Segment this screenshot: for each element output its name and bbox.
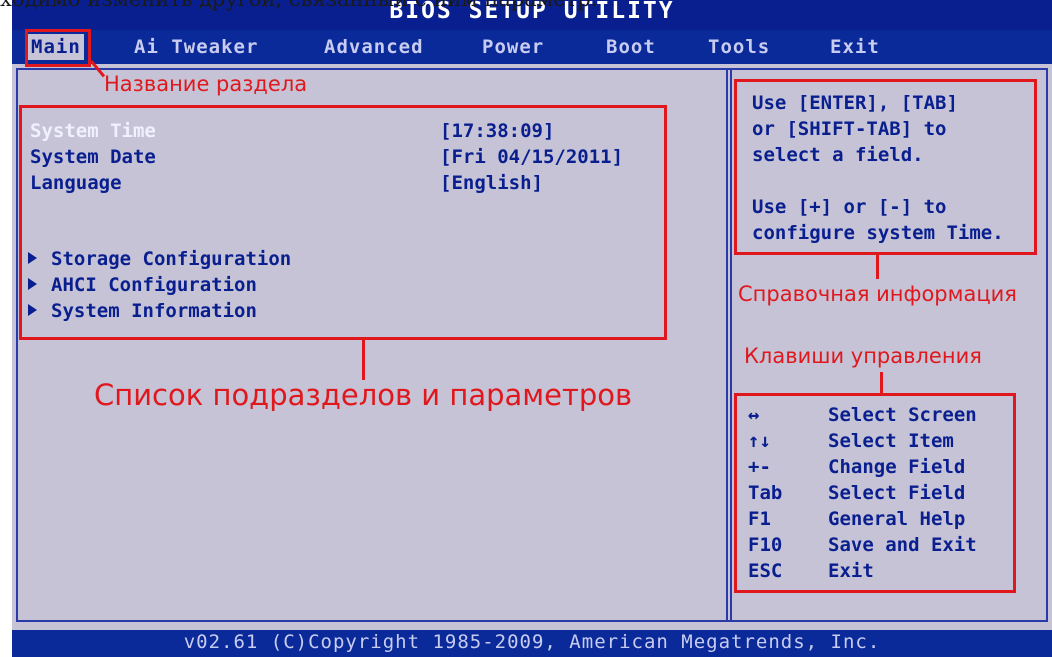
annotation-list: Список подразделов и параметров [94, 378, 633, 412]
menu-bar: Main Ai Tweaker Advanced Power Boot Tool… [12, 30, 1052, 64]
annotation-box-keys [734, 393, 1016, 593]
annotation-reference-info: Справочная информация [738, 282, 1017, 306]
annotation-box-help [734, 79, 1037, 255]
annotation-pointer [880, 372, 883, 394]
annotation-control-keys: Клавиши управления [744, 344, 982, 368]
annotation-pointer [362, 340, 365, 380]
tab-power[interactable]: Power [482, 36, 544, 58]
tab-advanced[interactable]: Advanced [324, 36, 424, 58]
tab-boot[interactable]: Boot [606, 36, 656, 58]
tab-exit[interactable]: Exit [830, 36, 880, 58]
page-caption: ходимо изменить другой, связанный с ним … [0, 0, 760, 15]
annotation-section-name: Название раздела [104, 72, 308, 96]
tab-tools[interactable]: Tools [708, 36, 770, 58]
status-footer: v02.61 (C)Copyright 1985-2009, American … [12, 630, 1052, 657]
copyright-text: v02.61 (C)Copyright 1985-2009, American … [183, 631, 881, 653]
tab-ai-tweaker[interactable]: Ai Tweaker [134, 36, 258, 58]
annotation-pointer [876, 255, 879, 279]
annotation-box-section-name [25, 29, 91, 67]
annotation-box-settings [19, 105, 667, 340]
